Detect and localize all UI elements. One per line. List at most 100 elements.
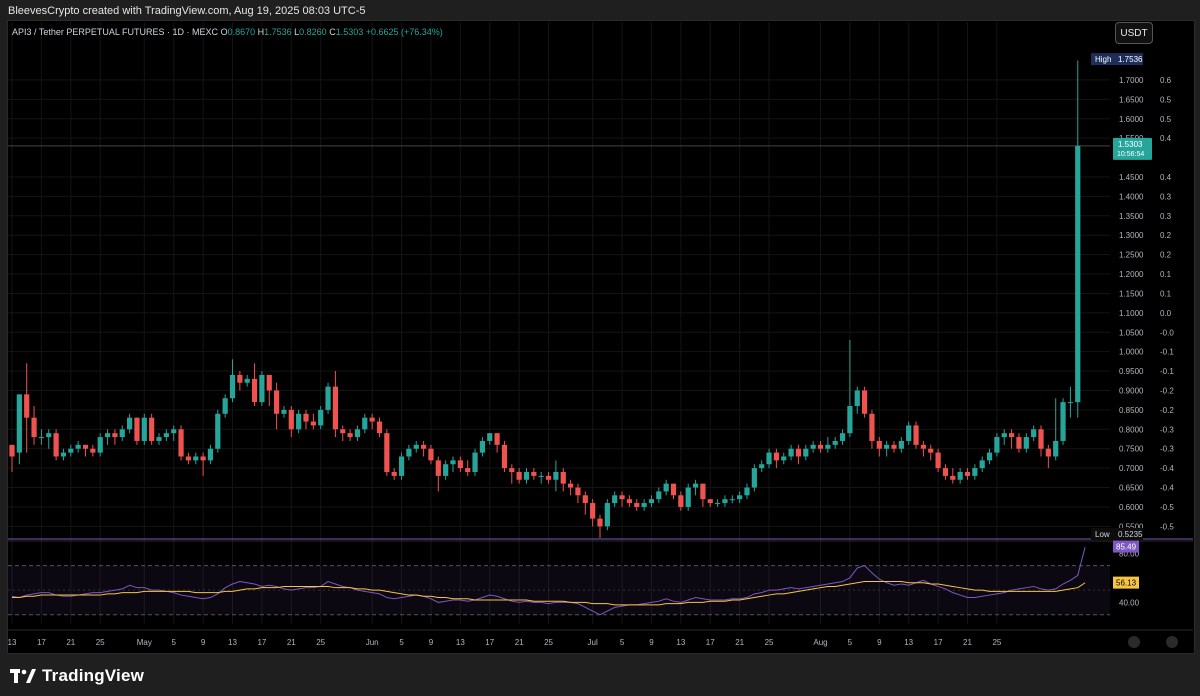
candle-body bbox=[891, 444, 897, 449]
candle-body bbox=[839, 433, 846, 441]
candle-body bbox=[884, 444, 890, 449]
candle-body bbox=[1016, 437, 1022, 449]
candle-body bbox=[119, 429, 125, 438]
percent-tick-label: 0.1 bbox=[1160, 270, 1172, 279]
candle-body bbox=[251, 378, 258, 403]
candle-body bbox=[759, 464, 765, 469]
time-tick-label: 25 bbox=[765, 638, 774, 647]
time-tick-label: 5 bbox=[171, 638, 176, 647]
price-tick-label: 1.6000 bbox=[1119, 115, 1144, 124]
candle-body bbox=[1038, 429, 1044, 449]
price-tick-label: 1.2000 bbox=[1119, 270, 1144, 279]
candle-body bbox=[347, 433, 353, 438]
candle-body bbox=[354, 429, 361, 438]
candle-body bbox=[648, 499, 655, 504]
candle-body bbox=[994, 437, 1000, 453]
candle-body bbox=[788, 448, 794, 457]
candle-body bbox=[38, 437, 44, 439]
candle-body bbox=[82, 444, 89, 449]
candle-body bbox=[862, 390, 868, 414]
time-tick-label: 25 bbox=[96, 638, 105, 647]
candle-body bbox=[472, 452, 478, 473]
candle-body bbox=[104, 433, 111, 438]
percent-tick-label: -0.3 bbox=[1160, 425, 1174, 434]
candle-body bbox=[1053, 440, 1059, 457]
candle-body bbox=[318, 409, 324, 426]
time-tick-label: 13 bbox=[8, 638, 17, 647]
percent-tick-label: 0.5 bbox=[1160, 115, 1172, 124]
candle-body bbox=[678, 495, 684, 507]
candle-body bbox=[332, 386, 338, 430]
time-tick-label: 17 bbox=[485, 638, 494, 647]
price-tick-label: 1.1500 bbox=[1119, 289, 1144, 298]
chart-canvas[interactable]: API3 / Tether PERPETUAL FUTURES · 1D · M… bbox=[0, 0, 1200, 696]
percent-tick-label: -0.1 bbox=[1160, 348, 1174, 357]
candle-body bbox=[46, 433, 52, 438]
low-tag-value: 0.5235 bbox=[1118, 530, 1143, 539]
candle-body bbox=[612, 495, 618, 504]
percent-tick-label: 0.0 bbox=[1160, 309, 1172, 318]
footer-brand: TradingView bbox=[10, 664, 144, 688]
candle-body bbox=[832, 440, 838, 445]
candle-body bbox=[516, 472, 522, 480]
candle-body bbox=[244, 378, 250, 383]
time-tick-label: 21 bbox=[735, 638, 744, 647]
candle-body bbox=[568, 483, 574, 488]
time-tick-label: 21 bbox=[66, 638, 75, 647]
candle-body bbox=[979, 460, 985, 469]
time-tick-label: 9 bbox=[201, 638, 206, 647]
candle-body bbox=[692, 483, 699, 488]
time-tick-label: Jun bbox=[366, 638, 379, 647]
percent-tick-label: -0.3 bbox=[1160, 445, 1174, 454]
candle-body bbox=[465, 468, 471, 473]
candle-body bbox=[178, 429, 184, 457]
candle-body bbox=[435, 460, 441, 476]
candle-body bbox=[494, 433, 500, 445]
rsi-value: 85.49 bbox=[1116, 543, 1137, 552]
ohlc-legend-part: O bbox=[221, 27, 228, 37]
candle-body bbox=[847, 406, 853, 434]
candle-body bbox=[538, 475, 544, 477]
percent-tick-label: -0.4 bbox=[1160, 484, 1174, 493]
time-tick-label: 9 bbox=[429, 638, 434, 647]
price-tick-label: 0.7500 bbox=[1119, 445, 1144, 454]
candle-body bbox=[634, 503, 640, 507]
candle-body bbox=[376, 421, 383, 434]
time-tick-label: 5 bbox=[399, 638, 404, 647]
percent-tick-label: 0.3 bbox=[1160, 192, 1172, 201]
candle-body bbox=[817, 444, 824, 449]
candle-body bbox=[362, 417, 368, 430]
candle-body bbox=[31, 417, 37, 438]
price-tick-label: 1.6500 bbox=[1119, 95, 1144, 104]
candle-body bbox=[604, 503, 610, 527]
candle-body bbox=[1045, 448, 1051, 457]
bar-countdown: 10:56:54 bbox=[1117, 151, 1144, 158]
candle-body bbox=[1060, 402, 1066, 441]
ohlc-legend: API3 / Tether PERPETUAL FUTURES · 1D · M… bbox=[12, 27, 443, 37]
time-tick-label: 17 bbox=[257, 638, 266, 647]
candle-body bbox=[825, 444, 831, 449]
candle-body bbox=[729, 499, 735, 501]
candle-body bbox=[972, 468, 978, 476]
candle-body bbox=[171, 429, 177, 434]
ohlc-legend-part: 1.5303 bbox=[336, 27, 366, 37]
candle-body bbox=[501, 444, 508, 469]
percent-tick-label: 0.5 bbox=[1160, 95, 1172, 104]
high-tag-value: 1.7536 bbox=[1118, 55, 1143, 64]
time-tick-label: 13 bbox=[904, 638, 913, 647]
candle-body bbox=[590, 503, 596, 519]
candle-body bbox=[384, 433, 390, 473]
percent-tick-label: 0.4 bbox=[1160, 173, 1172, 182]
low-tag-label: Low bbox=[1095, 530, 1110, 539]
candle-body bbox=[391, 472, 397, 476]
brand-name: TradingView bbox=[42, 666, 145, 685]
price-tick-label: 1.7000 bbox=[1119, 76, 1144, 85]
candle-body bbox=[722, 499, 728, 504]
price-tick-label: 0.8000 bbox=[1119, 425, 1144, 434]
time-tick-label: May bbox=[137, 638, 152, 647]
candle-body bbox=[1075, 145, 1081, 403]
candle-body bbox=[149, 417, 155, 441]
candle-body bbox=[479, 440, 485, 453]
candle-body bbox=[715, 503, 721, 505]
currency-button[interactable]: USDT bbox=[1115, 22, 1153, 44]
